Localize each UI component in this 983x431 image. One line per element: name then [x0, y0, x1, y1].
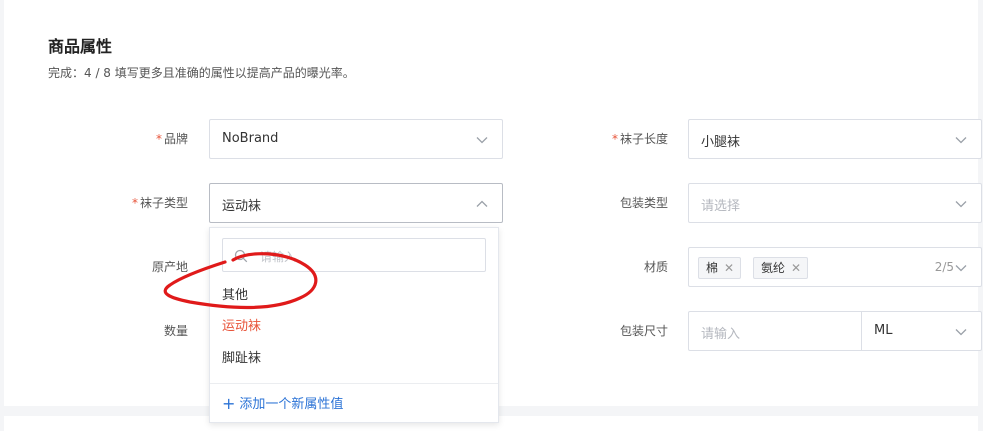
- dropdown-option[interactable]: 其他: [222, 287, 248, 305]
- close-icon[interactable]: ✕: [724, 261, 734, 275]
- sock-type-dropdown: 请输入 其他 运动袜 脚趾袜 + 添加一个新属性值: [209, 227, 499, 423]
- material-tag-text: 棉: [706, 261, 719, 275]
- close-icon[interactable]: ✕: [791, 261, 801, 275]
- brand-label: * 品牌: [88, 131, 188, 147]
- material-select[interactable]: 棉 ✕ 氨纶 ✕ 2/5: [688, 247, 982, 287]
- add-attribute-value-label: 添加一个新属性值: [239, 397, 344, 412]
- package-type-label: 包装类型: [564, 195, 668, 211]
- sock-length-value: 小腿袜: [701, 135, 741, 150]
- dropdown-option-selected[interactable]: 运动袜: [222, 318, 261, 336]
- material-tag-text: 氨纶: [761, 261, 786, 275]
- origin-label: 原产地: [88, 259, 188, 275]
- add-attribute-value-button[interactable]: + 添加一个新属性值: [222, 395, 343, 413]
- chevron-down-icon: [955, 136, 967, 144]
- package-type-select[interactable]: 请选择: [688, 183, 982, 223]
- dropdown-option[interactable]: 脚趾袜: [222, 350, 261, 368]
- search-icon: [234, 249, 248, 267]
- chevron-up-icon: [476, 200, 488, 208]
- material-tag: 氨纶 ✕: [753, 257, 809, 279]
- chevron-down-icon: [955, 264, 967, 272]
- dropdown-search-input[interactable]: 请输入: [222, 238, 486, 272]
- material-label: 材质: [564, 259, 668, 275]
- brand-value: NoBrand: [222, 131, 279, 146]
- sock-length-label: * 袜子长度: [564, 131, 668, 147]
- sock-type-label: * 袜子类型: [88, 195, 188, 211]
- plus-icon: +: [222, 394, 236, 413]
- quantity-label-text: 数量: [163, 324, 188, 338]
- brand-select[interactable]: NoBrand: [209, 119, 503, 159]
- package-type-placeholder: 请选择: [701, 199, 741, 214]
- sock-type-label-text: 袜子类型: [139, 196, 188, 210]
- unit-select[interactable]: ML: [874, 323, 892, 338]
- section-title: 商品属性: [48, 37, 113, 56]
- chevron-down-icon: [476, 136, 488, 144]
- sock-type-value: 运动袜: [222, 199, 262, 214]
- chevron-down-icon: [955, 328, 967, 336]
- required-mark: *: [131, 196, 138, 210]
- sock-length-select[interactable]: 小腿袜: [688, 119, 982, 159]
- material-tag: 棉 ✕: [698, 257, 742, 279]
- required-mark: *: [611, 132, 618, 146]
- unit-divider: [861, 312, 862, 350]
- chevron-down-icon: [955, 200, 967, 208]
- package-size-label: 包装尺寸: [564, 323, 668, 339]
- dropdown-search-placeholder: 请输入: [260, 250, 297, 264]
- origin-label-text: 原产地: [151, 260, 188, 274]
- section-subtitle: 完成：4 / 8 填写更多且准确的属性以提高产品的曝光率。: [48, 66, 355, 80]
- sock-type-select[interactable]: 运动袜: [209, 183, 503, 223]
- package-size-placeholder: 请输入: [701, 327, 741, 342]
- required-mark: *: [155, 132, 162, 146]
- package-type-label-text: 包装类型: [619, 196, 668, 210]
- quantity-label: 数量: [88, 323, 188, 339]
- material-label-text: 材质: [643, 260, 668, 274]
- sock-length-label-text: 袜子长度: [619, 132, 668, 146]
- dropdown-divider: [210, 383, 498, 384]
- package-size-label-text: 包装尺寸: [619, 324, 668, 338]
- package-size-input[interactable]: 请输入 ML: [688, 311, 982, 351]
- brand-label-text: 品牌: [163, 132, 188, 146]
- material-count: 2/5: [934, 260, 954, 274]
